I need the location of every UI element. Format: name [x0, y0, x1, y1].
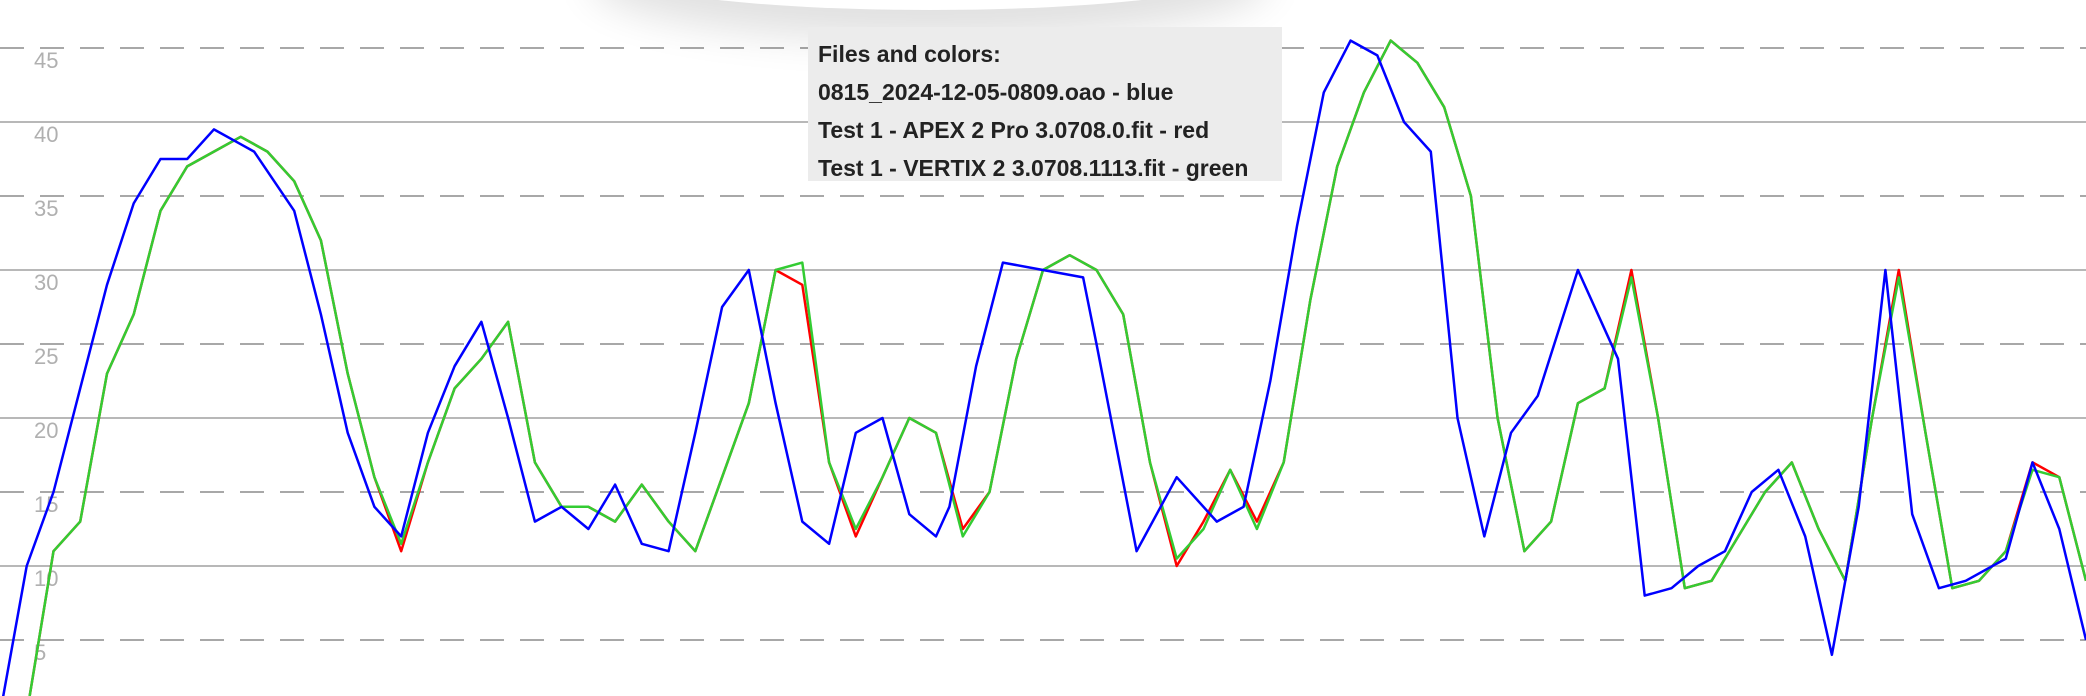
y-tick-label-40: 40	[34, 122, 58, 147]
y-tick-label-10: 10	[34, 566, 58, 591]
y-tick-label-45: 45	[34, 48, 58, 73]
y-tick-label-35: 35	[34, 196, 58, 221]
y-tick-label-25: 25	[34, 344, 58, 369]
legend: Files and colors: 0815_2024-12-05-0809.o…	[808, 27, 1282, 181]
legend-entry-green: Test 1 - VERTIX 2 3.0708.1113.fit - gree…	[818, 155, 1249, 181]
y-tick-label-30: 30	[34, 270, 58, 295]
legend-title: Files and colors:	[818, 41, 1001, 67]
y-tick-labels: 51015202530354045	[34, 48, 58, 665]
legend-entry-blue: 0815_2024-12-05-0809.oao - blue	[818, 79, 1174, 105]
y-tick-label-20: 20	[34, 418, 58, 443]
chart: 5 10 15 20 25 30 35 40 45 Files and colors: 0815…	[0, 0, 2086, 696]
legend-entry-red: Test 1 - APEX 2 Pro 3.0708.0.fit - red	[818, 117, 1210, 143]
